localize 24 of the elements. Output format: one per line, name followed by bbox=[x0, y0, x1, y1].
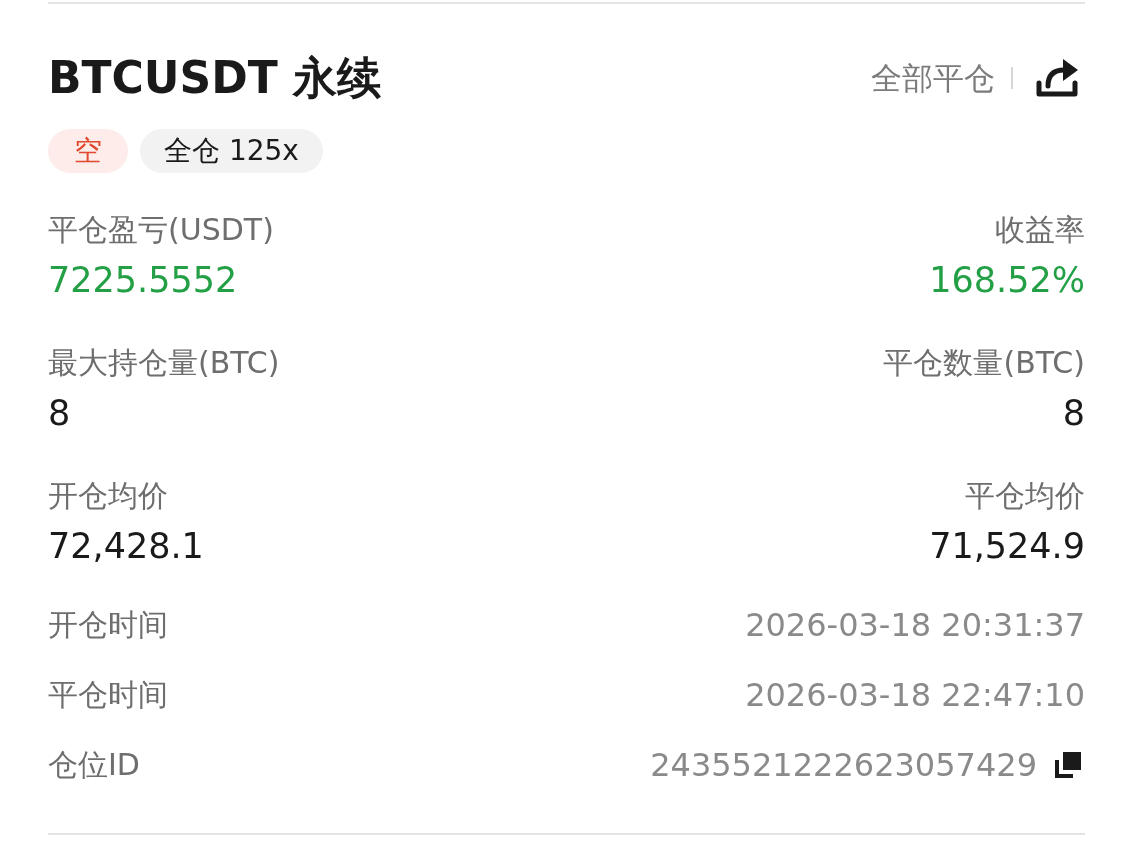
stat-value: 8 bbox=[1062, 392, 1085, 435]
share-icon[interactable] bbox=[1035, 57, 1079, 99]
position-title: BTCUSDT 永续 bbox=[48, 51, 383, 105]
detail-value: 2435521222623057429 bbox=[650, 745, 1037, 785]
detail-label: 平仓时间 bbox=[48, 676, 168, 714]
stat-value: 72,428.1 bbox=[48, 525, 204, 568]
detail-label: 开仓时间 bbox=[48, 606, 168, 644]
detail-label: 仓位ID bbox=[48, 746, 140, 784]
stat-label: 平仓均价 bbox=[965, 477, 1085, 515]
stat-label: 最大持仓量(BTC) bbox=[48, 344, 280, 382]
stat-label: 平仓盈亏(USDT) bbox=[48, 211, 274, 249]
stat-value: 8 bbox=[48, 392, 71, 435]
copy-icon[interactable] bbox=[1055, 752, 1081, 778]
stat-label: 收益率 bbox=[995, 211, 1085, 249]
detail-value: 2026-03-18 20:31:37 bbox=[745, 605, 1085, 645]
stat-value: 71,524.9 bbox=[929, 525, 1085, 568]
stat-label: 平仓数量(BTC) bbox=[883, 344, 1085, 382]
position-tag: 空 bbox=[48, 129, 128, 173]
position-tag: 全仓 125x bbox=[140, 129, 323, 173]
detail-value: 2026-03-18 22:47:10 bbox=[745, 675, 1085, 715]
stat-value: 168.52% bbox=[929, 259, 1085, 302]
close-all-button[interactable]: 全部平仓 bbox=[871, 58, 995, 98]
stat-value: 7225.5552 bbox=[48, 259, 238, 302]
stat-label: 开仓均价 bbox=[48, 477, 168, 515]
